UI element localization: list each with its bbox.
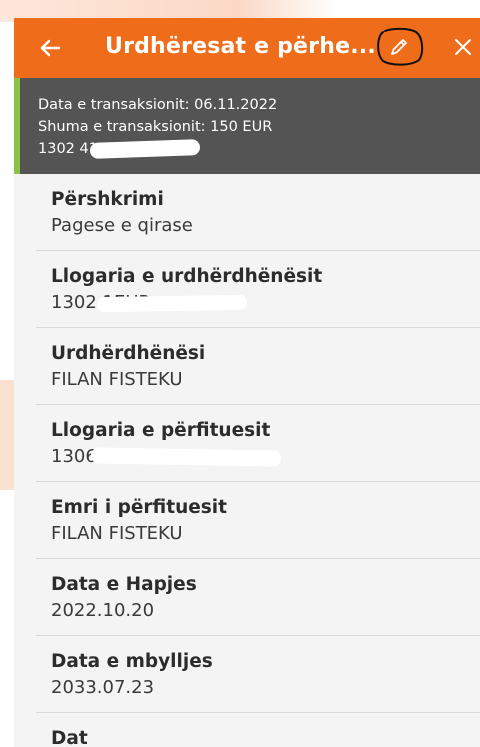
transaction-amount: Shuma e transaksionit: 150 EUR: [38, 119, 273, 135]
field-value: Pagese e qirase: [51, 215, 193, 236]
background-shape: [0, 380, 14, 490]
field-value: 2022.10.20: [51, 600, 155, 621]
detail-list: Përshkrimi Pagese e qirase Llogaria e ur…: [14, 174, 480, 747]
field-label: Urdhërdhënësi: [51, 343, 206, 364]
field-value: FILAN FISTEKU: [51, 523, 183, 544]
back-button[interactable]: [32, 30, 68, 66]
field-beneficiary-name: Emri i përfituesit FILAN FISTEKU: [36, 482, 480, 559]
redaction-mark: [90, 447, 282, 467]
transaction-summary: Data e transaksionit: 06.11.2022 Shuma e…: [14, 78, 480, 174]
field-label: Llogaria e përfituesit: [51, 420, 271, 441]
app-bar: Urdhëresat e përhe...: [14, 18, 480, 78]
transaction-account: 1302 41EUR: [38, 138, 480, 160]
field-label: Përshkrimi: [51, 189, 164, 210]
redaction-mark: [96, 294, 248, 313]
field-label: Data e Hapjes: [51, 574, 197, 595]
page-title: Urdhëresat e përhe...: [105, 34, 376, 59]
field-end-date: Data e mbylljes 2033.07.23: [36, 636, 480, 713]
field-description: Përshkrimi Pagese e qirase: [36, 174, 480, 251]
field-payer: Urdhërdhënësi FILAN FISTEKU: [36, 328, 480, 405]
close-icon: [455, 39, 471, 55]
field-value-wrap: 1306 4: [51, 444, 282, 470]
field-value-wrap: 1302 1EUR: [51, 290, 248, 316]
redaction-mark: [89, 139, 201, 159]
field-next: Dat: [36, 713, 480, 747]
field-label: Llogaria e urdhërdhënësit: [51, 266, 323, 287]
field-value: FILAN FISTEKU: [51, 369, 183, 390]
edit-button[interactable]: [373, 27, 425, 67]
field-payer-account: Llogaria e urdhërdhënësit 1302 1EUR: [36, 251, 480, 328]
close-button[interactable]: [448, 32, 478, 62]
field-beneficiary-account: Llogaria e përfituesit 1306 4: [36, 405, 480, 482]
transaction-date: Data e transaksionit: 06.11.2022: [38, 97, 278, 113]
field-value: 2033.07.23: [51, 677, 155, 698]
pencil-icon: [391, 39, 407, 55]
standing-order-detail-panel: Urdhëresat e përhe... Data e transaksion…: [14, 18, 480, 747]
field-label: Data e mbylljes: [51, 651, 213, 672]
field-label: Emri i përfituesit: [51, 497, 227, 518]
arrow-left-icon: [40, 39, 61, 57]
field-label: Dat: [51, 728, 88, 747]
field-start-date: Data e Hapjes 2022.10.20: [36, 559, 480, 636]
